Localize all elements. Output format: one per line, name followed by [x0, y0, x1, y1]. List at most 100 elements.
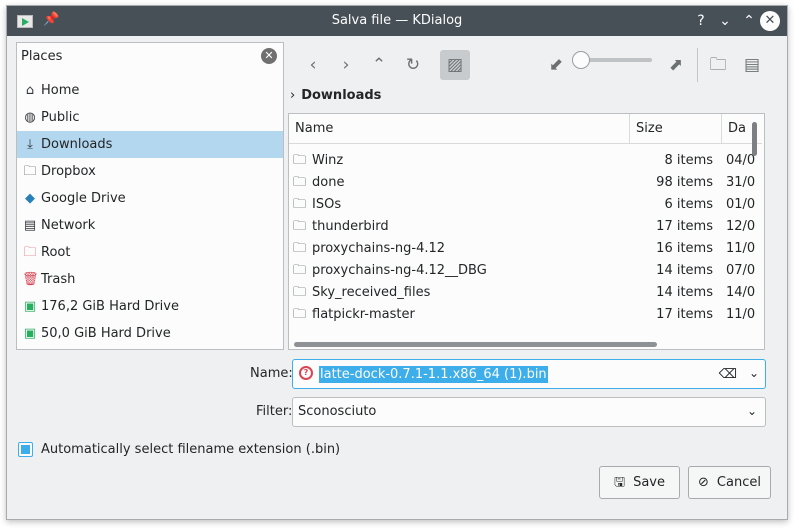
- places-clear-icon[interactable]: ✕: [261, 48, 277, 64]
- maximize-button[interactable]: ⌃: [739, 11, 759, 31]
- place-label: Network: [41, 218, 96, 233]
- filter-select[interactable]: Sconosciuto ⌄: [292, 397, 766, 427]
- file-date: 14/0: [726, 285, 756, 300]
- file-name: done: [312, 175, 345, 190]
- filename-value[interactable]: latte-dock-0.7.1-1.1.x86_64 (1).bin: [319, 366, 548, 383]
- cancel-button[interactable]: ⊘ Cancel: [688, 466, 771, 499]
- auto-extension-checkbox[interactable]: [18, 442, 33, 457]
- file-date: 11/0: [726, 241, 756, 256]
- up-button[interactable]: ⌃: [364, 50, 394, 80]
- chevron-up-icon: ⌃: [371, 55, 387, 75]
- table-row[interactable]: 🗀 Sky_received_files 14 items 14/0: [289, 282, 755, 304]
- folder-icon: 🗀: [293, 307, 307, 322]
- zoom-slider-handle[interactable]: [572, 51, 590, 69]
- table-row[interactable]: 🗀 Winz 8 items 04/0: [289, 150, 755, 172]
- file-name: proxychains-ng-4.12__DBG: [312, 263, 487, 278]
- place-label: Downloads: [41, 137, 113, 152]
- file-size: 14 items: [656, 263, 713, 278]
- title-bar[interactable]: 📌 Salva file — KDialog ? ⌄ ⌃ ✕: [7, 6, 787, 36]
- file-size: 6 items: [664, 197, 713, 212]
- table-row[interactable]: 🗀 proxychains-ng-4.12__DBG 14 items 07/0: [289, 260, 755, 282]
- place-label: Public: [41, 110, 80, 125]
- table-row[interactable]: 🗀 done 98 items 31/0: [289, 172, 755, 194]
- place-item-google-drive[interactable]: ◆ Google Drive: [17, 185, 283, 212]
- new-folder-button[interactable]: 🗀: [703, 50, 733, 80]
- folder-icon: 🗀: [23, 164, 37, 179]
- save-label: Save: [633, 475, 665, 490]
- chevron-down-icon[interactable]: ⌄: [749, 366, 759, 380]
- file-type-icon: ?: [299, 366, 313, 380]
- save-button[interactable]: 🖫 Save: [599, 466, 680, 499]
- file-date: 12/0: [726, 219, 756, 234]
- file-date: 01/0: [726, 197, 756, 212]
- filter-label: Filter:: [256, 404, 293, 419]
- zoom-out-icon: ⬋: [548, 55, 564, 75]
- download-icon: ⤓: [27, 137, 33, 152]
- forward-button[interactable]: ›: [331, 50, 361, 80]
- place-label: Google Drive: [41, 191, 126, 206]
- auto-extension-label[interactable]: Automatically select filename extension …: [41, 442, 340, 457]
- column-header-size[interactable]: Size: [630, 114, 722, 144]
- menu-icon: ▤: [743, 55, 761, 75]
- place-item-root[interactable]: 🗀 Root: [17, 239, 283, 266]
- breadcrumb-item-downloads[interactable]: Downloads: [301, 88, 381, 103]
- zoom-in-button[interactable]: ⬈: [661, 50, 691, 80]
- file-name: proxychains-ng-4.12: [312, 241, 446, 256]
- file-name: thunderbird: [312, 219, 389, 234]
- save-icon: 🖫: [614, 475, 626, 490]
- place-item-hard-drive-50[interactable]: ▣ 50,0 GiB Hard Drive: [17, 320, 283, 347]
- file-date: 11/0: [726, 307, 756, 322]
- filename-input[interactable]: ? latte-dock-0.7.1-1.1.x86_64 (1).bin ⌫ …: [292, 359, 766, 389]
- zoom-out-button[interactable]: ⬋: [541, 50, 571, 80]
- minimize-button[interactable]: ⌄: [715, 11, 735, 31]
- place-label: Trash: [41, 272, 76, 287]
- place-item-dropbox[interactable]: 🗀 Dropbox: [17, 158, 283, 185]
- network-icon: ▤: [23, 218, 37, 233]
- place-label: 50,0 GiB Hard Drive: [41, 326, 171, 341]
- chevron-left-icon: ‹: [309, 55, 317, 75]
- table-row[interactable]: 🗀 ISOs 6 items 01/0: [289, 194, 755, 216]
- filter-value: Sconosciuto: [298, 404, 377, 419]
- table-row[interactable]: 🗀 proxychains-ng-4.12 16 items 11/0: [289, 238, 755, 260]
- place-item-network[interactable]: ▤ Network: [17, 212, 283, 239]
- file-size: 17 items: [656, 219, 713, 234]
- table-row[interactable]: 🗀 thunderbird 17 items 12/0: [289, 216, 755, 238]
- place-label: Root: [41, 245, 71, 260]
- file-list[interactable]: Name Size Da 🗀 Winz 8 items 04/0 🗀 done …: [288, 113, 765, 350]
- folder-icon: 🗀: [293, 197, 307, 212]
- file-size: 98 items: [656, 175, 713, 190]
- place-item-public[interactable]: ◍ Public: [17, 104, 283, 131]
- options-menu-button[interactable]: ▤: [737, 50, 767, 80]
- file-size: 8 items: [664, 153, 713, 168]
- hard-drive-icon: ▣: [23, 299, 37, 314]
- cancel-label: Cancel: [716, 475, 761, 490]
- hard-drive-icon: ▣: [23, 326, 37, 341]
- place-label: 176,2 GiB Hard Drive: [41, 299, 179, 314]
- folder-icon: 🗀: [293, 153, 307, 168]
- horizontal-scrollbar[interactable]: [294, 342, 657, 347]
- place-item-downloads[interactable]: ⤓ Downloads: [17, 131, 283, 158]
- help-button[interactable]: ?: [691, 11, 711, 31]
- clear-text-icon[interactable]: ⌫: [719, 367, 737, 382]
- vertical-scrollbar[interactable]: [752, 122, 757, 156]
- reload-button[interactable]: ↻: [398, 50, 428, 80]
- column-header-name[interactable]: Name: [289, 114, 630, 144]
- back-button[interactable]: ‹: [298, 50, 328, 80]
- file-size: 14 items: [656, 285, 713, 300]
- place-item-home[interactable]: ⌂ Home: [17, 77, 283, 104]
- folder-icon: 🗀: [293, 285, 307, 300]
- breadcrumb[interactable]: › Downloads: [290, 88, 381, 103]
- close-button[interactable]: ✕: [760, 11, 780, 31]
- preview-toggle-button[interactable]: ▨: [440, 50, 470, 80]
- window-title: Salva file — KDialog: [331, 13, 463, 28]
- zoom-slider-track[interactable]: [580, 58, 652, 62]
- folder-icon: 🗀: [293, 241, 307, 256]
- place-item-hard-drive-176[interactable]: ▣ 176,2 GiB Hard Drive: [17, 293, 283, 320]
- file-date: 31/0: [726, 175, 756, 190]
- file-name: flatpickr-master: [312, 307, 415, 322]
- google-drive-icon: ◆: [25, 191, 35, 206]
- file-size: 16 items: [656, 241, 713, 256]
- chevron-right-icon: ›: [290, 88, 296, 103]
- place-item-trash[interactable]: 🗑 Trash: [17, 266, 283, 293]
- table-row[interactable]: 🗀 flatpickr-master 17 items 11/0: [289, 304, 755, 326]
